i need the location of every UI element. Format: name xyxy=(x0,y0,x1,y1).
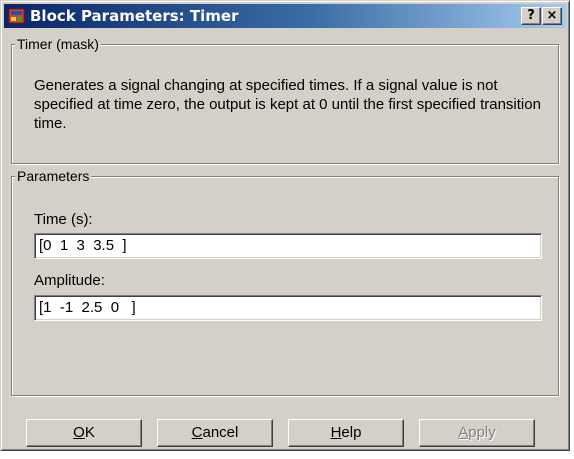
help-mnemonic: H xyxy=(330,424,342,441)
help-title-button[interactable]: ? xyxy=(521,7,541,25)
question-icon: ? xyxy=(527,8,535,23)
time-label: Time (s): xyxy=(34,211,93,228)
apply-mnemonic: A xyxy=(458,424,469,441)
amplitude-input[interactable]: [1 -1 2.5 0 ] xyxy=(34,295,542,321)
title-bar[interactable]: Block Parameters: Timer ? × xyxy=(4,4,566,28)
apply-button[interactable]: Apply xyxy=(419,419,535,447)
mask-group-label: Timer (mask) xyxy=(15,36,101,52)
cancel-label-rest: ancel xyxy=(202,424,239,441)
help-label-rest: elp xyxy=(341,424,362,441)
ok-button[interactable]: OK xyxy=(26,419,142,447)
mask-description-group: Timer (mask) Generates a signal changing… xyxy=(11,36,559,164)
ok-label-rest: K xyxy=(84,424,95,441)
close-button[interactable]: × xyxy=(542,7,562,25)
parameters-group: Parameters Time (s): [0 1 3 3.5 ] Amplit… xyxy=(11,168,559,396)
apply-label-rest: pply xyxy=(468,424,496,441)
parameters-group-label: Parameters xyxy=(15,168,92,184)
time-input[interactable]: [0 1 3 3.5 ] xyxy=(34,233,542,259)
dialog-window: Block Parameters: Timer ? × Timer (mask)… xyxy=(0,0,570,451)
simulink-block-icon xyxy=(8,8,25,24)
cancel-mnemonic: C xyxy=(191,424,203,441)
amplitude-label: Amplitude: xyxy=(34,272,105,289)
help-button[interactable]: Help xyxy=(288,419,404,447)
mask-description: Generates a signal changing at specified… xyxy=(34,77,541,132)
ok-mnemonic: O xyxy=(73,424,85,441)
window-title: Block Parameters: Timer xyxy=(30,7,239,25)
cancel-button[interactable]: Cancel xyxy=(157,419,273,447)
close-icon: × xyxy=(546,8,558,23)
